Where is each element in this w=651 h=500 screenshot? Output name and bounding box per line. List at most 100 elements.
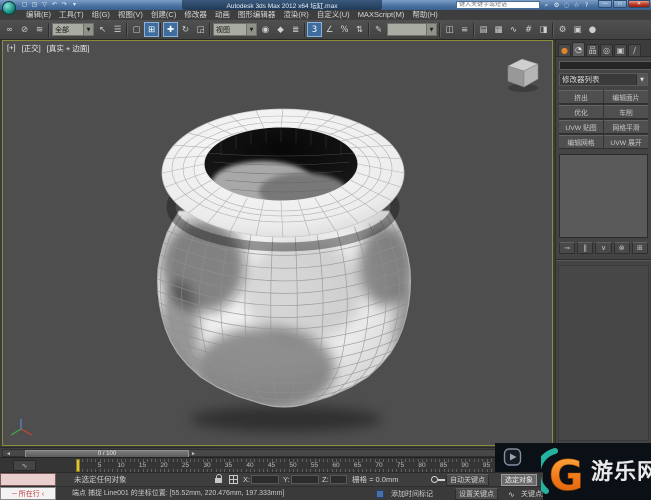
curve-editor-icon[interactable]: ∿ [506,22,521,37]
application-menu-logo[interactable] [2,1,16,15]
tab-hierarchy[interactable]: 品 [586,44,599,56]
menu-item-3[interactable]: 视图(V) [114,10,147,20]
wireframe-pot-model[interactable] [3,41,552,445]
keyboard-override-icon[interactable]: ≣ [288,22,303,37]
edit-named-selection-sets-icon[interactable]: ✎ [371,22,386,37]
x-coordinate-field[interactable] [251,475,279,484]
menu-item-6[interactable]: 动画 [211,10,234,20]
selection-filter-dropdown[interactable]: 全部▼ [52,23,94,36]
maximize-button[interactable]: ▭ [613,0,627,8]
select-and-manipulate-icon[interactable]: ◆ [273,22,288,37]
favorites-icon[interactable]: ☆ [572,1,581,9]
undo-icon[interactable]: ↶ [50,1,59,9]
auto-key-button[interactable]: 自动关键点 [446,474,489,486]
menu-item-9[interactable]: 自定义(U) [313,10,354,20]
render-production-icon[interactable]: ● [585,22,600,37]
unlink-selection-icon[interactable]: ⊘ [17,22,32,37]
open-file-icon[interactable]: ◳ [30,1,39,9]
spinner-snap-icon[interactable]: ⇅ [352,22,367,37]
add-time-tag-button[interactable]: 添加时间标记 [388,488,436,500]
ribbon-toggle-icon[interactable]: ▦ [491,22,506,37]
align-icon[interactable]: ≡ [457,22,472,37]
tab-modify[interactable]: ◔ [572,42,585,56]
maxscript-mini-listener[interactable]: ─ 所在行 ‹ [0,487,56,500]
menu-item-10[interactable]: MAXScript(M) [354,10,409,20]
menu-item-0[interactable]: 编辑(E) [22,10,55,20]
make-unique-button[interactable]: ∨ [595,242,611,254]
modifier-button-0[interactable]: 挤出 [559,90,603,104]
percent-snap-icon[interactable]: % [337,22,352,37]
new-file-icon[interactable]: ▢ [20,1,29,9]
modifier-button-7[interactable]: UVW 展开 [604,135,648,149]
schematic-view-icon[interactable]: # [521,22,536,37]
select-by-name-icon[interactable]: ☰ [110,22,125,37]
pin-stack-button[interactable]: ⊸ [559,242,575,254]
layer-manager-icon[interactable]: ▤ [476,22,491,37]
remove-modifier-button[interactable]: ⊗ [614,242,630,254]
window-crossing-icon[interactable]: ⊞ [144,22,159,37]
modifier-button-6[interactable]: 编辑网格 [559,135,603,149]
current-frame-marker[interactable] [76,459,80,472]
mini-curve-editor-button[interactable]: ∿ [13,460,36,471]
use-pivot-center-icon[interactable]: ◉ [258,22,273,37]
render-setup-icon[interactable]: ⚙ [555,22,570,37]
modifier-stack-list[interactable] [559,154,648,238]
select-and-link-icon[interactable]: ∞ [2,22,17,37]
modifier-button-4[interactable]: UVW 贴图 [559,120,603,134]
menu-item-7[interactable]: 图形编辑器 [234,10,280,20]
configure-modifier-sets-button[interactable]: ⊞ [632,242,648,254]
modifier-button-3[interactable]: 车削 [604,105,648,119]
communication-center-icon[interactable]: ◌ [562,1,571,9]
select-and-rotate-icon[interactable]: ↻ [178,22,193,37]
reference-coordinate-dropdown[interactable]: 视图▼ [213,23,257,36]
menu-item-11[interactable]: 帮助(H) [408,10,441,20]
infocenter-search-input[interactable] [456,1,540,9]
viewport-shading-label[interactable]: [真实 + 边面] [47,43,90,54]
viewport-view-label[interactable]: [正交] [22,43,41,54]
save-file-icon[interactable]: ▽ [40,1,49,9]
select-and-move-icon[interactable]: ✚ [163,22,178,37]
material-editor-icon[interactable]: ◨ [536,22,551,37]
snap-toggle-3d-icon[interactable]: 3 [307,22,322,37]
subscription-center-icon[interactable]: ⚙ [552,1,561,9]
timeline-ruler[interactable]: 5101520253035404550556065707580859095100 [42,458,512,473]
mirror-icon[interactable]: ◫ [442,22,457,37]
menu-item-8[interactable]: 渲染(R) [279,10,312,20]
bind-to-space-warp-icon[interactable]: ≋ [32,22,47,37]
modifier-list-dropdown[interactable]: 修改器列表 ▼ [559,73,648,86]
set-key-button[interactable]: 设置关键点 [455,488,498,500]
menu-item-1[interactable]: 工具(T) [55,10,88,20]
select-object-icon[interactable]: ↖ [95,22,110,37]
tab-motion[interactable]: ◎ [600,44,613,56]
help-icon[interactable]: ? [582,1,591,9]
show-end-result-button[interactable]: ‖ [577,242,593,254]
viewcube[interactable] [500,53,546,95]
absolute-mode-icon[interactable] [229,475,238,484]
angle-snap-icon[interactable]: ∠ [322,22,337,37]
time-slider-track[interactable]: ◄ 0 / 100 ► [2,449,496,457]
redo-icon[interactable]: ↷ [60,1,69,9]
search-icon[interactable]: ⌕ [542,1,551,9]
menu-item-2[interactable]: 组(G) [88,10,114,20]
close-button[interactable]: ✕ [628,0,650,8]
modifier-button-2[interactable]: 优化 [559,105,603,119]
modifier-button-5[interactable]: 网格平滑 [604,120,648,134]
viewport-menu-plus[interactable]: [+] [7,43,16,54]
tab-display[interactable]: ▣ [614,44,627,56]
rectangular-selection-icon[interactable]: ▢ [129,22,144,37]
y-coordinate-field[interactable] [291,475,319,484]
object-name-field[interactable] [559,61,651,70]
perspective-viewport[interactable]: [+] [正交] [真实 + 边面] [2,40,553,446]
named-selection-sets-dropdown[interactable]: ▼ [387,23,437,36]
maxscript-macro-recorder[interactable] [0,473,56,486]
quick-access-dropdown-icon[interactable]: ▾ [70,1,79,9]
menu-item-5[interactable]: 修改器 [180,10,211,20]
minimize-button[interactable]: — [598,0,612,8]
modifier-button-1[interactable]: 编辑面片 [604,90,648,104]
rendered-frame-icon[interactable]: ▣ [570,22,585,37]
tab-create[interactable]: ● [558,44,571,56]
menu-item-4[interactable]: 创建(C) [147,10,180,20]
z-coordinate-field[interactable] [330,475,347,484]
select-and-scale-icon[interactable]: ◲ [193,22,208,37]
tab-utilities[interactable]: ∕ [628,44,641,56]
